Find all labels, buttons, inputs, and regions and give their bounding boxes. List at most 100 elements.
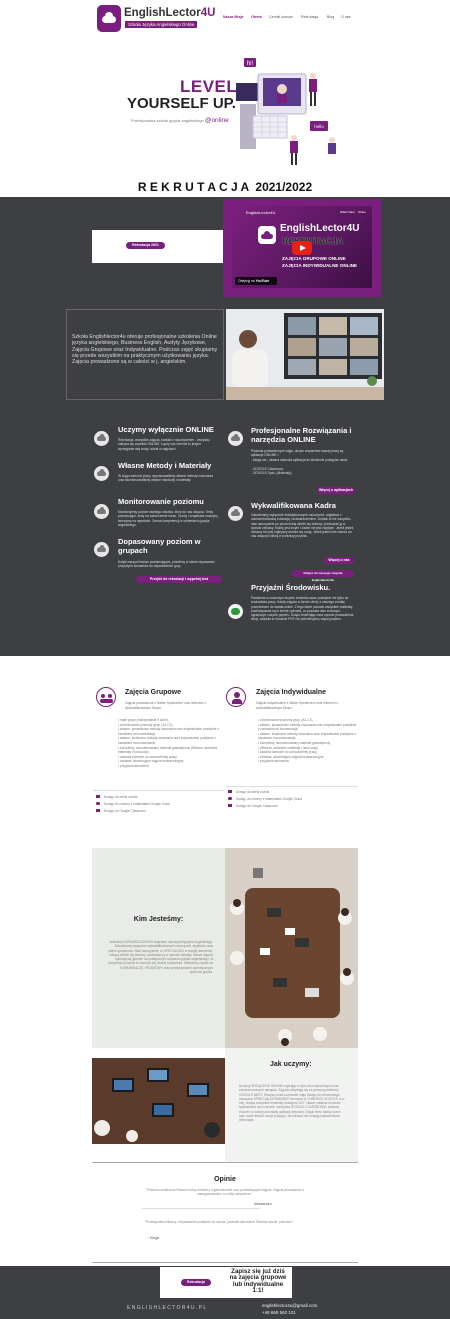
hi-sign: hi! (247, 61, 254, 67)
logo-name: EnglishLector (124, 7, 201, 19)
group-title: Zajęcia Grupowe (125, 689, 182, 696)
feature-icon-online (94, 431, 109, 446)
group-access-1[interactable]: Dostęp do strefy ucznia (104, 795, 137, 799)
logo[interactable]: EnglishLector4U Szkoła Języka Angielskie… (97, 5, 215, 32)
group-list-item: • własne, skuteczne metody nauczania ora… (118, 736, 217, 745)
feature-title-staff: Wykwalifikowana Kadra (251, 501, 336, 510)
youtube-icon: YouTube (255, 279, 270, 283)
youtube-video[interactable]: EnglishLector4U Watch later Share Englis… (232, 206, 372, 288)
opinion-2-author: ~ Kinga (147, 1236, 159, 1240)
feature-desc-staff: Zatrudniamy wyłącznie doświadczonych nau… (251, 513, 354, 539)
video-play-icon[interactable] (292, 241, 312, 255)
footer-email[interactable]: englishlector4u@gmail.com (262, 1303, 317, 1308)
nav-blog[interactable]: Blog (327, 15, 334, 19)
who-title: Kim Jesteśmy: (133, 916, 184, 923)
hero-illustration: hi! hello (236, 58, 336, 165)
video-share[interactable]: Share (358, 210, 366, 214)
group-list-item: • własne, sprawdzone metody nauczania or… (118, 727, 219, 736)
feature-icon-groups (94, 542, 109, 557)
join-team-button[interactable]: Dołącz do naszego zespołu Englishlector4… (292, 570, 354, 582)
individual-list-item: • własne, skuteczne metody nauczania ora… (258, 731, 357, 741)
recruit-button[interactable]: Rekrutacja 2021 (126, 242, 165, 249)
student-zone-icon (228, 790, 232, 793)
individual-list: • zróżnicowane poziomy grup, (A1-C2), • … (258, 718, 358, 764)
video-channel: EnglishLector4U (246, 210, 276, 215)
nav-oferta[interactable]: Oferta (251, 15, 262, 19)
hero-subtitle: Profesjonalna szkoła języka angielskiego… (131, 117, 229, 124)
feature-title-tools: Profesjonalne Rozwiązania i narzędzia ON… (251, 426, 352, 444)
feature-title-groups: Dopasowany poziom w grupach (118, 537, 201, 555)
how-text: Uczymy WYŁĄCZNIE ONLINE używając w tym c… (239, 1084, 345, 1123)
video-line2: ZAJĘCIA INDYWIDUALNE ONLINE (282, 263, 358, 268)
video-watch-later[interactable]: Watch later (340, 210, 355, 214)
individual-access: Dostęp do strefy ucznia Dostęp do chmury… (228, 790, 358, 811)
who-text: Jesteśmy DOŚWIADCZONYM zespołem nauczyci… (107, 940, 213, 975)
feature-title-online: Uczymy wyłącznie ONLINE (118, 425, 214, 434)
about-photo (226, 309, 384, 400)
individual-title: Zajęcia Indywidualne (256, 689, 327, 696)
logo-suffix: 4U (200, 7, 216, 19)
feature-icon-eco (228, 604, 243, 619)
opinion-1-author: Aleksandra (254, 1202, 272, 1206)
feature-title-monitoring: Monitorowanie poziomu (118, 497, 204, 506)
nav-nasza-misja[interactable]: Nasza Misja (223, 15, 243, 19)
opinions-title: Opinie (214, 1176, 236, 1183)
main-nav: Nasza Misja Oferta Cennik kursów Rekruta… (220, 15, 360, 21)
group-list: • małe grupy (maksymalnie 5 osób), • zró… (118, 718, 222, 769)
cta-text: Zapisz się już dziś na zajęcia grupowe l… (229, 1268, 287, 1294)
footer-brand[interactable]: E N G L I S H L E C T O R 4 U . P L (127, 1305, 206, 1311)
recruit-box: Rekrutacja 2021 (92, 230, 224, 263)
feature-title-methods: Własne Metody i Materiały (118, 461, 212, 470)
recruit-title: R E K R U T A C J A 2021/2022 (137, 180, 313, 194)
nav-rekrutacja[interactable]: Rekrutacja (301, 15, 318, 19)
footer-phone[interactable]: +48 669 562 101 (262, 1310, 296, 1315)
individual-access-2[interactable]: Dostęp do chmury z materiałami Google Cl… (236, 797, 302, 801)
cta-recruit-button[interactable]: Rekrutacja (181, 1279, 211, 1286)
nav-cennik[interactable]: Cennik kursów (269, 15, 293, 19)
video-line1: ZAJĘCIA GRUPOWE ONLINE (282, 256, 346, 261)
more-apps-button[interactable]: Więcej o aplikacjach (317, 487, 355, 494)
feature-desc-tools: Podczas prowadzonych zajęć, dużym wsparc… (251, 449, 344, 458)
laptops-photo (92, 1058, 225, 1144)
feature-icon-tools (228, 431, 243, 446)
individual-list-item: • przyjazna atmosfera (258, 759, 289, 764)
about-text: Szkoła Englishlector4u oferuje profesjon… (72, 334, 218, 366)
student-zone-icon (96, 795, 100, 798)
feature-title-eco: Przyjaźni Środowisku. (251, 583, 331, 592)
who-box: Kim Jesteśmy: Jesteśmy DOŚWIADCZONYM zes… (92, 848, 225, 1048)
how-title: Jak uczymy: (270, 1061, 312, 1068)
group-intro: Zajęcia prowadzone z Native Speakerem or… (125, 701, 206, 710)
feature-icon-monitoring (94, 504, 109, 519)
cta-box: Rekrutacja Zapisz się już dziś na zajęci… (160, 1267, 292, 1298)
group-access-2[interactable]: Dostęp do chmury z materiałami Google Cl… (104, 802, 170, 806)
more-about-us-button[interactable]: Więcej o nas (324, 557, 354, 564)
group-list-item: • kompletny, skondensowany materiał gram… (118, 745, 218, 755)
feature-icon-methods (94, 466, 109, 481)
individual-access-3[interactable]: Dostęp do Google Classroom (236, 804, 278, 808)
how-box: Jak uczymy: Uczymy WYŁĄCZNIE ONLINE używ… (225, 1048, 358, 1162)
feature-desc-monitoring: Monitorujemy poziom każdego członka, któ… (118, 510, 218, 527)
hero-at-online: @online (204, 117, 229, 124)
logo-tagline: Szkoła Języka Angielskiego Online (125, 21, 198, 28)
video-youtube-bar[interactable]: Obejrzyj na YouTube (235, 277, 277, 285)
feature-icon-staff (228, 506, 243, 521)
team-photo (225, 848, 358, 1048)
hero-line2: YOURSELF UP. (127, 95, 236, 112)
classroom-icon (96, 809, 100, 812)
cloud-logo-icon (97, 5, 121, 32)
individual-list-item: • własne, sprawdzone metody nauczania or… (258, 722, 357, 732)
classroom-icon (228, 804, 232, 807)
individual-icon (226, 687, 246, 707)
tools-list-1: - Akigly.me - własna autorska aplikacja … (251, 458, 348, 462)
individual-access-1[interactable]: Dostęp do strefy ucznia (236, 790, 269, 794)
group-access-3[interactable]: Dostęp do Google Classroom (104, 809, 146, 813)
video-logo-text: EnglishLector4U (280, 223, 360, 234)
tools-list-3: - GOOGLE Dysk, (Materiały) (251, 471, 292, 475)
group-access: Dostęp do strefy ucznia Dostęp do chmury… (96, 795, 226, 816)
individual-intro: Zajęcia Indywidualne z Native Speakerem … (256, 701, 339, 710)
nav-o-nas[interactable]: O nas (341, 15, 351, 19)
feature-desc-eco: Pandemia w znacznym stopniu zmieniła nas… (251, 596, 354, 622)
group-list-item: • przyjazna atmosfera (118, 763, 149, 768)
opinion-2: "Profesjonalni lektorzy, indywidualne po… (145, 1220, 294, 1224)
go-to-recruitment-button[interactable]: Przejdź do rekrutacji i wypełnij test (136, 576, 222, 583)
